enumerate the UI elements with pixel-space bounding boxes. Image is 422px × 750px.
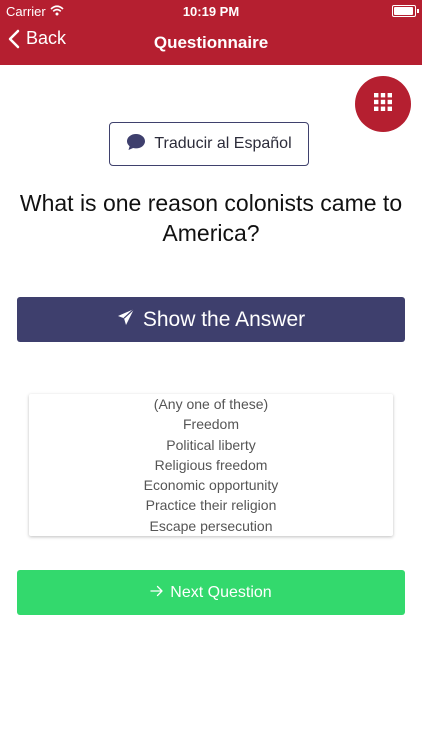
- status-bar: Carrier 10:19 PM: [0, 0, 422, 22]
- question-text: What is one reason colonists came to Ame…: [19, 190, 403, 246]
- status-right: [392, 4, 419, 17]
- answer-item: Religious freedom: [154, 456, 268, 473]
- answer-item: Political liberty: [166, 436, 256, 453]
- page-title: Questionnaire: [153, 33, 269, 52]
- next-question-button[interactable]: Next Question: [17, 570, 405, 615]
- answer-intro: (Any one of these): [153, 396, 269, 412]
- next-question-label: Next Question: [170, 583, 272, 601]
- translate-button[interactable]: Traducir al Español: [109, 122, 309, 166]
- answer-item: Economic opportunity: [143, 477, 279, 494]
- chat-bubble-icon: [126, 133, 146, 156]
- answer-card: (Any one of these) Freedom Political lib…: [29, 394, 393, 536]
- translate-label: Traducir al Español: [154, 135, 292, 152]
- battery-level: [394, 7, 413, 15]
- show-answer-label: Show the Answer: [142, 307, 306, 331]
- status-time: 10:19 PM: [182, 4, 240, 19]
- show-answer-button[interactable]: Show the Answer: [17, 297, 405, 342]
- grid-menu-button[interactable]: [355, 76, 411, 132]
- paper-plane-icon: [117, 308, 135, 332]
- answer-item: Freedom: [182, 416, 240, 433]
- battery-icon: [392, 5, 419, 17]
- arrow-right-icon: [150, 584, 164, 602]
- nav-header: Carrier 10:19 PM Back Questionnaire: [0, 0, 422, 65]
- grid-icon: [374, 92, 392, 116]
- answer-item: Escape persecution: [149, 517, 273, 534]
- answer-item: Practice their religion: [145, 497, 277, 514]
